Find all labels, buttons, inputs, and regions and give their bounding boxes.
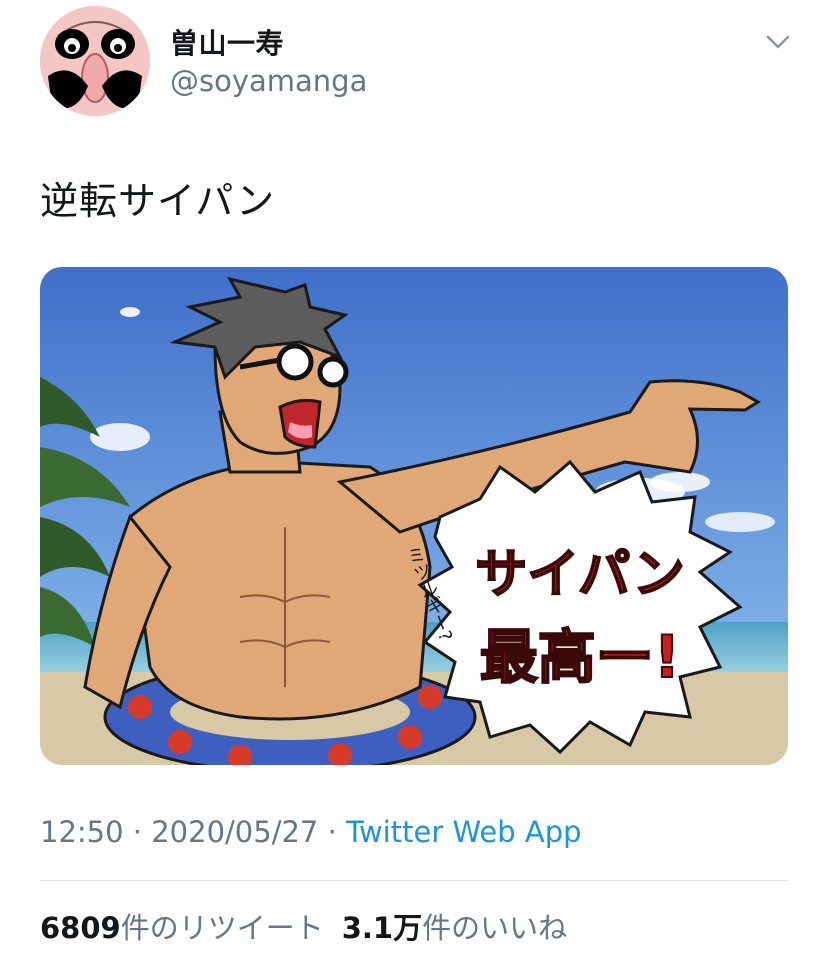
chevron-down-icon[interactable] — [760, 24, 796, 60]
avatar-face-icon — [40, 6, 150, 116]
tweet-source-link[interactable]: Twitter Web App — [346, 815, 582, 849]
tweet-image[interactable]: サイパン 最高ー! ミツルギー? — [40, 267, 788, 765]
bubble-main-text-line2: 最高ー! — [480, 623, 680, 691]
likes-count: 3.1万 — [341, 911, 423, 945]
meta-separator: · — [123, 815, 152, 849]
retweets-count: 6809 — [40, 911, 121, 945]
divider — [40, 880, 788, 881]
likes-label: 件のいいね — [422, 911, 568, 945]
tweet-text: 逆転サイパン — [40, 179, 276, 223]
tweet-stats: 6809件のリツイート 3.1万件のいいね — [40, 905, 567, 947]
meta-separator: · — [318, 815, 347, 849]
retweets-label: 件のリツイート — [120, 911, 324, 945]
tweet-meta: 12:50 · 2020/05/27 · Twitter Web App — [40, 815, 582, 849]
tweet-time[interactable]: 12:50 — [40, 815, 124, 849]
avatar[interactable] — [40, 6, 150, 116]
bubble-main-text-line1: サイパン — [475, 545, 685, 605]
display-name[interactable]: 曽山一寿 — [170, 22, 284, 62]
tweet-date[interactable]: 2020/05/27 — [151, 815, 318, 849]
retweets-stat[interactable]: 6809件のリツイート — [40, 911, 324, 945]
user-handle[interactable]: @soyamanga — [170, 64, 367, 98]
likes-stat[interactable]: 3.1万件のいいね — [342, 911, 567, 945]
